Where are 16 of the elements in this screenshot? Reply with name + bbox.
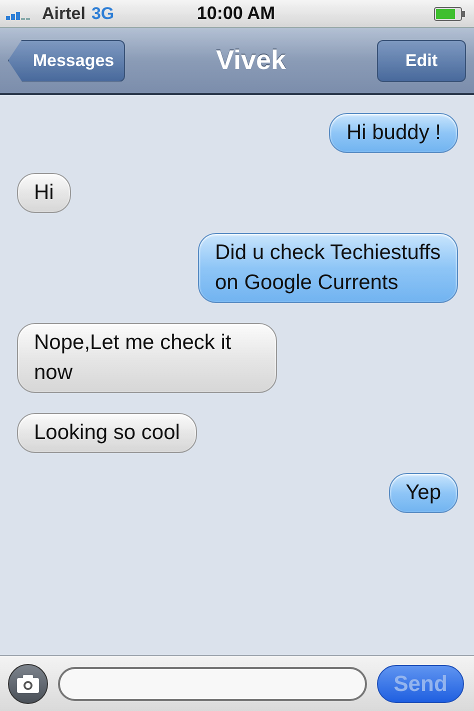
battery-icon [434,6,466,20]
message-field[interactable] [58,666,367,700]
camera-icon [16,674,40,694]
sent-message: Did u check Techiestuffs on Google Currents [198,233,458,303]
received-message: Hi [17,173,71,213]
sent-message: Hi buddy ! [329,113,458,153]
sent-message: Yep [388,473,458,513]
carrier-name: Airtel [42,4,86,24]
status-time: 10:00 AM [196,3,276,24]
camera-button[interactable] [8,664,48,704]
received-message: Looking so cool [17,413,197,453]
conversation-title: Vivek [216,45,286,76]
back-button[interactable]: Messages [8,40,125,82]
edit-button[interactable]: Edit [376,40,466,82]
network-type: 3G [91,4,114,24]
received-message: Nope,Let me check it now [17,323,277,393]
